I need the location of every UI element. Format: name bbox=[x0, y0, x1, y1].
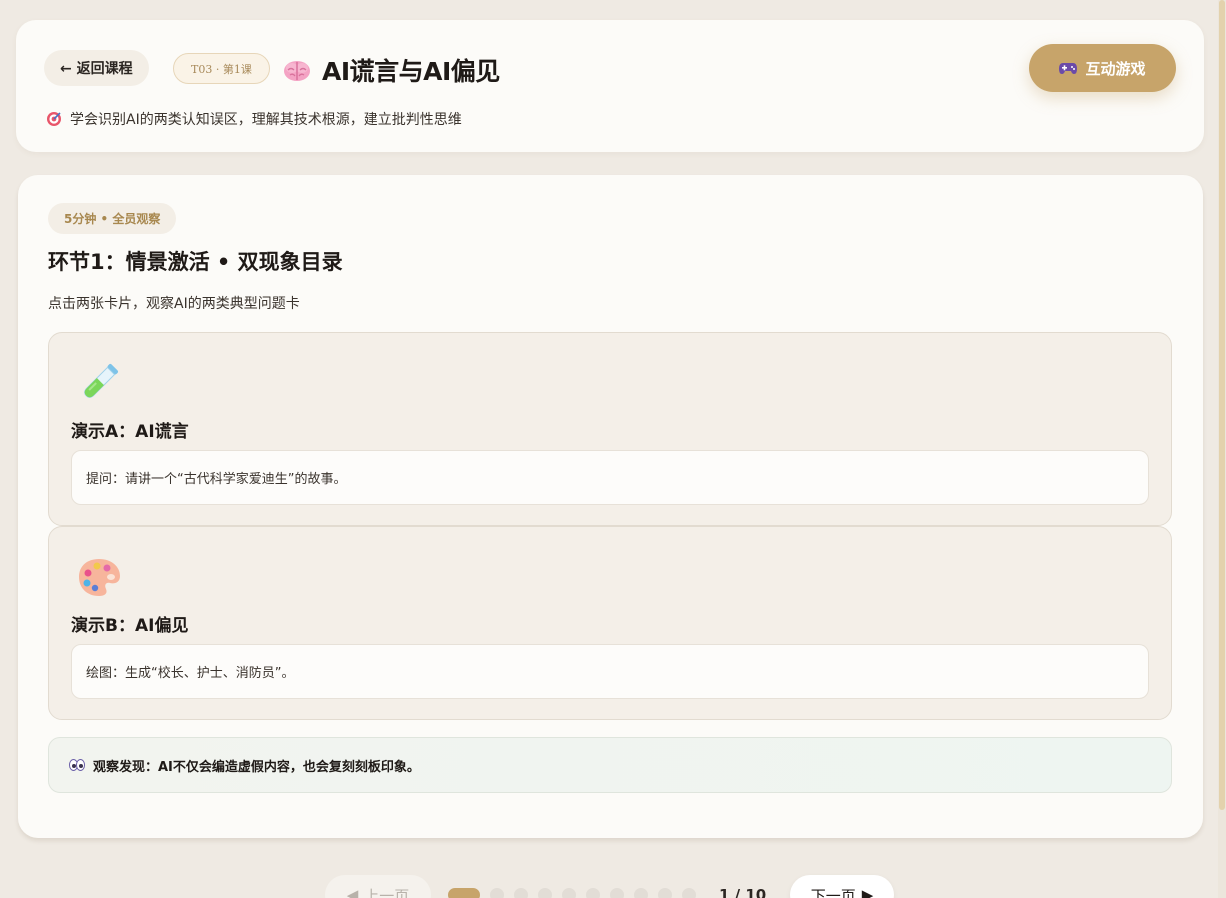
gamepad-icon bbox=[1059, 63, 1078, 74]
page-scrollbar-thumb[interactable] bbox=[1219, 0, 1225, 810]
back-to-course-button[interactable]: ← 返回课程 bbox=[44, 50, 149, 86]
lesson-tag: T03 · 第1课 bbox=[173, 53, 270, 84]
target-icon bbox=[47, 112, 61, 126]
demo-card-lie[interactable]: 演示A：AI谎言 提问：请讲一个“古代科学家爱迪生”的故事。 bbox=[48, 332, 1172, 526]
title-group: AI谎言与AI偏见 bbox=[282, 50, 500, 90]
section-title: 环节1：情景激活 • 双现象目录 bbox=[48, 250, 343, 274]
game-button-label: 互动游戏 bbox=[1085, 59, 1146, 78]
prev-page-button[interactable]: ◀ 上一页 bbox=[325, 875, 431, 898]
page-indicator: 1 / 10 bbox=[719, 886, 767, 898]
page-dot-7[interactable] bbox=[610, 888, 624, 898]
demo-prompt: 绘图：生成“校长、护士、消防员”。 bbox=[71, 644, 1149, 699]
next-arrow-icon: ▶ bbox=[861, 886, 874, 898]
section-description: 点击两张卡片，观察AI的两类典型问题卡 bbox=[48, 296, 300, 312]
demo-prompt: 提问：请讲一个“古代科学家爱迪生”的故事。 bbox=[71, 450, 1149, 505]
next-page-button[interactable]: 下一页 ▶ bbox=[790, 875, 894, 898]
next-page-label: 下一页 bbox=[810, 886, 856, 898]
page-scrollbar[interactable] bbox=[1218, 0, 1226, 898]
back-button-label: ← 返回课程 bbox=[60, 61, 133, 77]
observation-note: 观察发现：AI不仅会编造虚假内容，也会复刻刻板印象。 bbox=[48, 737, 1172, 793]
test-tube-icon bbox=[84, 364, 118, 398]
learning-goal-text: 学会识别AI的两类认知误区，理解其技术根源，建立批判性思维 bbox=[70, 112, 462, 128]
palette-icon bbox=[79, 559, 120, 596]
page-dot-1[interactable] bbox=[448, 888, 480, 898]
demo-prompt-text: 绘图：生成“校长、护士、消防员”。 bbox=[86, 666, 295, 681]
page-dot-9[interactable] bbox=[658, 888, 672, 898]
demo-title: 演示B：AI偏见 bbox=[71, 616, 189, 636]
page-dot-2[interactable] bbox=[490, 888, 504, 898]
page-dot-8[interactable] bbox=[634, 888, 648, 898]
demo-title: 演示A：AI谎言 bbox=[71, 422, 189, 442]
page-dots bbox=[448, 888, 696, 898]
page-dot-10[interactable] bbox=[682, 888, 696, 898]
observation-text: 观察发现：AI不仅会编造虚假内容，也会复刻刻板印象。 bbox=[93, 759, 420, 775]
page-dot-6[interactable] bbox=[586, 888, 600, 898]
page-dot-4[interactable] bbox=[538, 888, 552, 898]
step-badge: 5分钟 • 全员观察 bbox=[48, 203, 177, 234]
interactive-game-button[interactable]: 互动游戏 bbox=[1029, 44, 1176, 92]
eyes-icon bbox=[69, 759, 85, 771]
brain-icon bbox=[284, 61, 310, 81]
page-title: AI谎言与AI偏见 bbox=[322, 57, 500, 86]
prev-arrow-icon: ◀ bbox=[346, 886, 359, 898]
lesson-header: ← 返回课程 T03 · 第1课 AI谎言与AI偏见 学会识别AI的两类认知误区… bbox=[16, 20, 1204, 152]
demo-prompt-text: 提问：请讲一个“古代科学家爱迪生”的故事。 bbox=[86, 472, 347, 487]
page-dot-3[interactable] bbox=[514, 888, 528, 898]
demo-card-bias[interactable]: 演示B：AI偏见 绘图：生成“校长、护士、消防员”。 bbox=[48, 526, 1172, 720]
prev-page-label: 上一页 bbox=[364, 886, 410, 898]
learning-goal: 学会识别AI的两类认知误区，理解其技术根源，建立批判性思维 bbox=[46, 108, 462, 130]
lesson-step-card: 5分钟 • 全员观察 环节1：情景激活 • 双现象目录 点击两张卡片，观察AI的… bbox=[18, 175, 1203, 838]
page-dot-5[interactable] bbox=[562, 888, 576, 898]
